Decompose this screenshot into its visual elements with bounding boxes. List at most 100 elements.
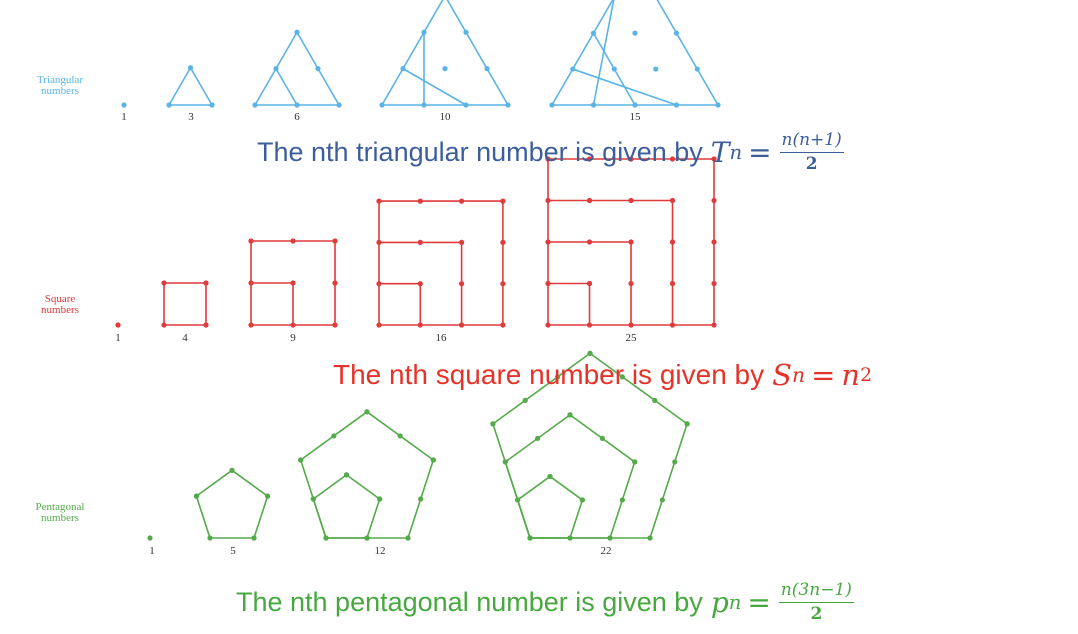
triangular-formula-eq: = [748,135,772,169]
pentagonal-dot [397,433,403,439]
square-formula: Sn = n2 [772,358,872,392]
pentagonal-row-label: Pentagonal numbers [18,502,102,524]
square-dot [376,198,382,204]
square-figure [161,280,209,328]
square-figure [545,156,717,328]
square-dot [417,322,423,328]
pentagonal-dot [684,421,690,427]
pentagonal-dot [659,497,665,503]
triangular-label-line2: numbers [41,85,79,97]
square-label-line2: numbers [41,304,79,316]
pentagonal-dot [522,397,528,403]
square-dot [669,280,676,287]
triangular-dot [715,102,721,108]
square-dot [417,281,423,287]
pentagonal-dot [647,535,653,541]
square-dot [203,280,209,286]
square-dot [290,280,296,286]
pentagonal-edge [253,495,269,539]
pentagonal-count-label: 12 [375,545,386,557]
pentagonal-dot [377,496,383,502]
square-dot [376,281,382,287]
pentagonal-edge [517,475,551,501]
square-dot [545,322,551,328]
triangular-figure [252,29,342,108]
triangular-count-label: 10 [440,111,452,123]
pentagonal-edge [195,469,233,497]
pentagonal-dot [323,535,329,541]
square-dot [586,280,593,287]
square-dot [459,198,465,204]
triangular-dot [273,66,279,72]
triangular-formula: Tn = n(n+1) 2 [711,130,844,174]
triangular-dot [421,102,427,108]
square-dot [628,280,634,287]
figurate-numbers-diagram: 1 3 6 10 151 4 9 16 251 5 12 22 [115,0,721,557]
square-count-label: 1 [115,332,121,344]
pentagonal-dot [207,535,213,541]
square-dot [545,197,551,204]
triangular-dot [252,102,258,108]
triangular-dot [673,102,680,108]
square-dot [248,322,254,328]
triangular-formula-lhs: T [710,135,730,169]
pentagonal-edge [346,474,381,500]
triangular-dot [294,29,300,35]
triangular-dot [463,102,469,108]
square-dot [417,239,423,245]
square-dot [586,322,593,328]
square-dot [459,281,465,287]
square-caption-text: The nth square number is given by [333,359,765,390]
square-dot [161,280,167,286]
triangular-edge [446,0,509,106]
pentagonal-dot [147,535,153,541]
pentagonal-dot [535,435,541,442]
square-dot [332,238,338,244]
square-dot [500,198,506,204]
square-dot [115,322,121,328]
pentagonal-formula-eq: = [747,585,771,619]
pentagonal-formula-lhs: p [710,585,729,619]
square-dot [628,239,634,245]
pentagonal-dot [619,497,625,503]
square-dot [711,197,717,204]
triangular-dot [549,102,555,108]
square-dot [161,322,167,328]
triangular-dot [505,102,511,108]
square-dot [332,322,338,328]
pentagonal-formula-fraction: n(3n−1) 2 [778,580,854,624]
square-dot [332,280,338,286]
square-dot [669,239,676,245]
pentagonal-count-label: 1 [149,545,155,557]
pentagonal-formula-sub: n [728,590,742,614]
square-row-label: Square numbers [18,294,102,316]
pentagonal-label-line2: numbers [41,512,79,524]
triangular-dot [294,102,300,108]
pentagonal-dot [672,459,678,465]
pentagonal-edge [299,459,327,539]
square-caption: The nth square number is given by Sn = n… [333,358,872,392]
square-dot [586,239,593,245]
square-figure [376,198,506,328]
pentagonal-caption-text: The nth pentagonal number is given by [236,586,703,617]
square-count-label: 16 [436,332,448,344]
triangular-dot [379,102,385,108]
triangular-edge [168,67,192,106]
triangular-dot [463,29,469,35]
triangular-row-label: Triangular numbers [18,75,102,97]
square-dot [628,322,634,328]
pentagonal-figure [193,467,271,541]
square-dot [669,197,676,204]
pentagonal-dot [264,493,271,499]
square-dot [586,197,593,204]
square-count-label: 4 [182,332,188,344]
square-formula-eq: = [811,358,836,392]
triangular-dot [611,66,617,72]
pentagonal-edge [569,499,584,539]
triangular-dot [442,66,448,72]
square-dot [669,322,676,328]
square-dot [290,322,296,328]
triangular-dot [315,66,321,72]
square-figure [115,322,121,328]
pentagonal-dot [418,496,424,502]
